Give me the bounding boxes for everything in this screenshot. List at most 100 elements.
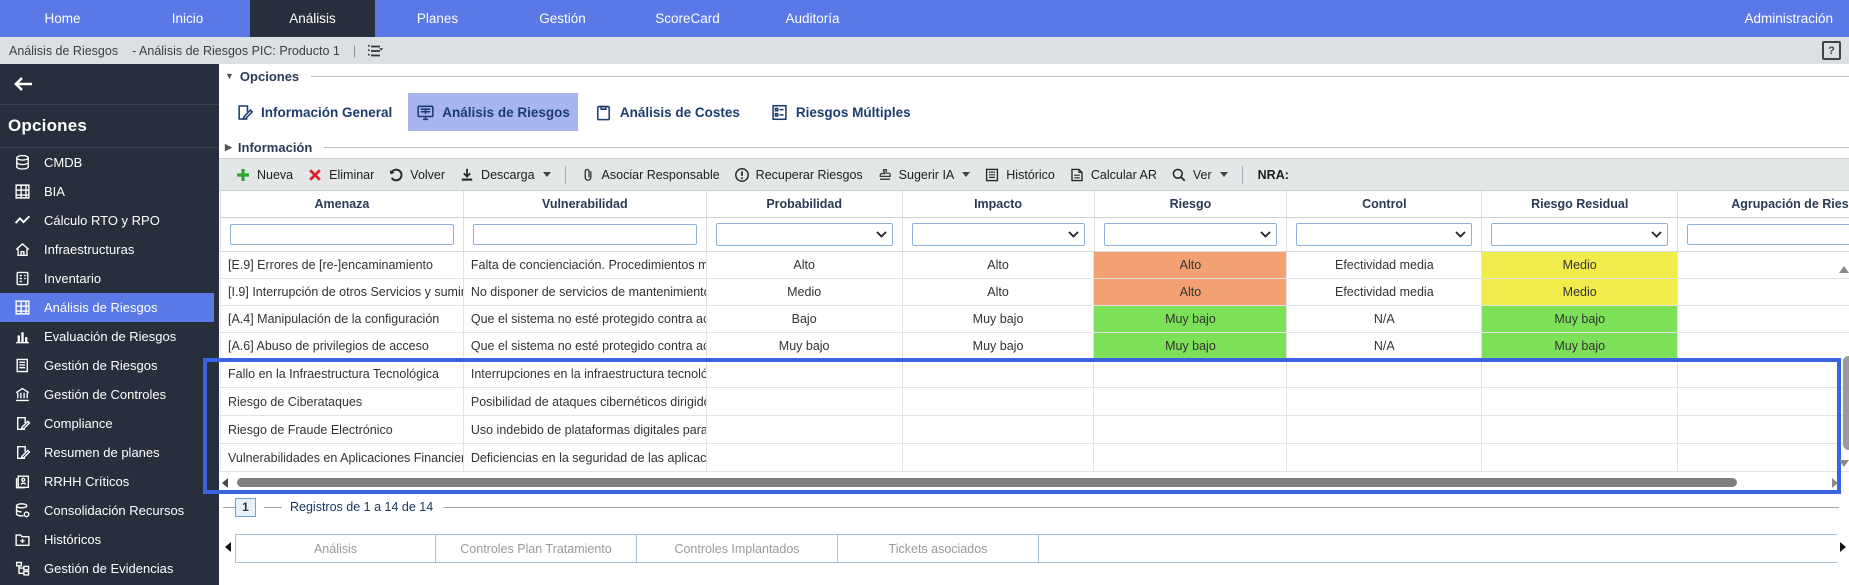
sidebar-item-historicos[interactable]: Históricos xyxy=(0,525,219,554)
table-row[interactable]: [E.9] Errores de [re-]encaminamiento Fal… xyxy=(220,252,1849,279)
table-row[interactable]: [A.4] Manipulación de la configuración Q… xyxy=(220,306,1849,333)
list-menu-icon[interactable] xyxy=(366,43,384,59)
undo-icon xyxy=(388,167,404,183)
history-button[interactable]: Histórico xyxy=(977,167,1062,183)
cell-probabilidad xyxy=(707,360,903,387)
table-row-selected[interactable]: Vulnerabilidades en Aplicaciones Financi… xyxy=(220,444,1849,472)
cell-riesgo-residual: Medio xyxy=(1482,279,1678,305)
bottom-tab-analisis[interactable]: Análisis xyxy=(235,535,436,562)
bottom-tab-controles-plan-tratamiento[interactable]: Controles Plan Tratamiento xyxy=(436,535,637,562)
table-header-row: Amenaza Vulnerabilidad Probabilidad Impa… xyxy=(220,190,1849,218)
bottom-tab-controles-implantados[interactable]: Controles Implantados xyxy=(637,535,838,562)
filter-select-riesgo-residual[interactable] xyxy=(1491,223,1668,246)
nav-item-planes[interactable]: Planes xyxy=(375,0,500,37)
nav-item-gestion[interactable]: Gestión xyxy=(500,0,625,37)
scroll-down-arrow-icon[interactable] xyxy=(1839,460,1849,467)
tabs-scroll-right-icon[interactable] xyxy=(1840,542,1846,552)
filter-input-vulnerabilidad[interactable] xyxy=(473,224,697,245)
vertical-scrollbar[interactable] xyxy=(1840,264,1849,474)
sidebar-item-gestion-de-evidencias[interactable]: Gestión de Evidencias xyxy=(0,554,219,583)
calculate-ar-button[interactable]: Calcular AR xyxy=(1062,167,1164,183)
suggest-ai-button[interactable]: AI Sugerir IA xyxy=(870,167,978,183)
filter-input-amenaza[interactable] xyxy=(230,224,454,245)
column-header-riesgo[interactable]: Riesgo xyxy=(1095,191,1288,217)
cell-probabilidad: Muy bajo xyxy=(707,333,903,359)
options-section-label: Opciones xyxy=(240,69,299,84)
cell-control: Efectividad media xyxy=(1287,252,1482,278)
horizontal-scrollbar[interactable] xyxy=(222,476,1838,489)
scroll-right-arrow-icon[interactable] xyxy=(1832,478,1838,488)
chevron-down-icon xyxy=(1651,231,1662,238)
cell-amenaza: Fallo en la Infraestructura Tecnológica xyxy=(221,360,464,387)
button-label: Nueva xyxy=(257,168,293,182)
nav-item-scorecard[interactable]: ScoreCard xyxy=(625,0,750,37)
risk-table: Amenaza Vulnerabilidad Probabilidad Impa… xyxy=(220,190,1849,472)
nav-item-home[interactable]: Home xyxy=(0,0,125,37)
recover-risks-button[interactable]: Recuperar Riesgos xyxy=(727,167,870,183)
information-section-header[interactable]: ▶ Información xyxy=(225,139,1849,155)
tab-analisis-de-costes[interactable]: Análisis de Costes xyxy=(586,93,748,131)
sidebar-item-gestion-de-controles[interactable]: Gestión de Controles xyxy=(0,380,219,409)
sidebar-item-cmdb[interactable]: CMDB xyxy=(0,148,219,177)
download-button[interactable]: Descarga xyxy=(452,167,558,183)
sidebar-item-gestion-de-riesgos[interactable]: Gestión de Riesgos xyxy=(0,351,219,380)
bottom-tab-tickets-asociados[interactable]: Tickets asociados xyxy=(838,535,1039,562)
filter-input-agrupacion[interactable] xyxy=(1687,224,1849,245)
options-section-header[interactable]: ▼ Opciones xyxy=(225,68,1849,84)
clipboard-list-icon xyxy=(14,270,31,287)
table-row[interactable]: [A.6] Abuso de privilegios de acceso Que… xyxy=(220,333,1849,360)
sidebar-item-label: Infraestructuras xyxy=(44,242,134,257)
filter-select-probabilidad[interactable] xyxy=(716,223,893,246)
folder-plus-icon xyxy=(14,531,31,548)
tab-analisis-de-riesgos[interactable]: Análisis de Riesgos xyxy=(408,93,578,131)
sidebar-item-consolidacion-recursos[interactable]: Consolidación Recursos xyxy=(0,496,219,525)
nav-item-administracion[interactable]: Administración xyxy=(1744,0,1849,37)
breadcrumb-section: Análisis de Riesgos xyxy=(9,44,118,58)
column-header-impacto[interactable]: Impacto xyxy=(903,191,1095,217)
column-header-probabilidad[interactable]: Probabilidad xyxy=(707,191,903,217)
horizontal-scrollbar-thumb[interactable] xyxy=(237,478,1737,487)
filter-select-riesgo[interactable] xyxy=(1104,223,1278,246)
filter-select-impacto[interactable] xyxy=(912,223,1085,246)
column-header-amenaza[interactable]: Amenaza xyxy=(221,191,464,217)
tabs-scroll-left-icon[interactable] xyxy=(225,542,231,552)
table-row-selected[interactable]: Riesgo de Fraude Electrónico Uso indebid… xyxy=(220,416,1849,444)
column-header-riesgo-residual[interactable]: Riesgo Residual xyxy=(1482,191,1678,217)
sidebar-item-analisis-de-riesgos[interactable]: Análisis de Riesgos xyxy=(0,293,214,322)
sidebar-item-resumen-de-planes[interactable]: Resumen de planes xyxy=(0,438,219,467)
column-header-vulnerabilidad[interactable]: Vulnerabilidad xyxy=(464,191,707,217)
nav-item-analisis[interactable]: Análisis xyxy=(250,0,375,37)
cell-control xyxy=(1287,416,1482,443)
scroll-left-arrow-icon[interactable] xyxy=(222,478,228,488)
new-button[interactable]: Nueva xyxy=(228,167,300,183)
nav-item-inicio[interactable]: Inicio xyxy=(125,0,250,37)
sidebar-item-evaluacion-de-riesgos[interactable]: Evaluación de Riesgos xyxy=(0,322,219,351)
back-button[interactable]: Volver xyxy=(381,167,452,183)
scroll-up-arrow-icon[interactable] xyxy=(1839,266,1849,273)
vertical-scrollbar-thumb[interactable] xyxy=(1843,356,1849,450)
button-label: Descarga xyxy=(481,168,535,182)
sidebar-item-compliance[interactable]: Compliance xyxy=(0,409,219,438)
sidebar-item-rrhh-criticos[interactable]: RRHH Críticos xyxy=(0,467,219,496)
table-row-selected[interactable]: Fallo en la Infraestructura Tecnológica … xyxy=(220,360,1849,388)
assign-responsible-button[interactable]: Asociar Responsable xyxy=(573,167,727,183)
toolbar-separator xyxy=(565,166,566,184)
page-number-button[interactable]: 1 xyxy=(235,498,256,517)
nav-item-auditoria[interactable]: Auditoría xyxy=(750,0,875,37)
sidebar-item-infraestructuras[interactable]: Infraestructuras xyxy=(0,235,219,264)
sidebar-item-inventario[interactable]: Inventario xyxy=(0,264,219,293)
column-header-control[interactable]: Control xyxy=(1287,191,1482,217)
sidebar-item-calculo-rto-rpo[interactable]: Cálculo RTO y RPO xyxy=(0,206,219,235)
pagination-rule xyxy=(443,507,1839,508)
tab-informacion-general[interactable]: Información General xyxy=(227,93,400,131)
table-row-selected[interactable]: Riesgo de Ciberataques Posibilidad de at… xyxy=(220,388,1849,416)
filter-select-control[interactable] xyxy=(1296,223,1472,246)
sidebar-item-bia[interactable]: BIA xyxy=(0,177,219,206)
column-header-agrupacion[interactable]: Agrupación de Riesgo xyxy=(1678,191,1849,217)
view-button[interactable]: Ver xyxy=(1164,167,1235,183)
help-icon[interactable]: ? xyxy=(1822,41,1841,60)
table-row[interactable]: [I.9] Interrupción de otros Servicios y … xyxy=(220,279,1849,306)
tab-riesgos-multiples[interactable]: Riesgos Múltiples xyxy=(762,93,919,131)
delete-button[interactable]: Eliminar xyxy=(300,167,381,183)
sidebar-collapse-button[interactable] xyxy=(0,64,219,105)
